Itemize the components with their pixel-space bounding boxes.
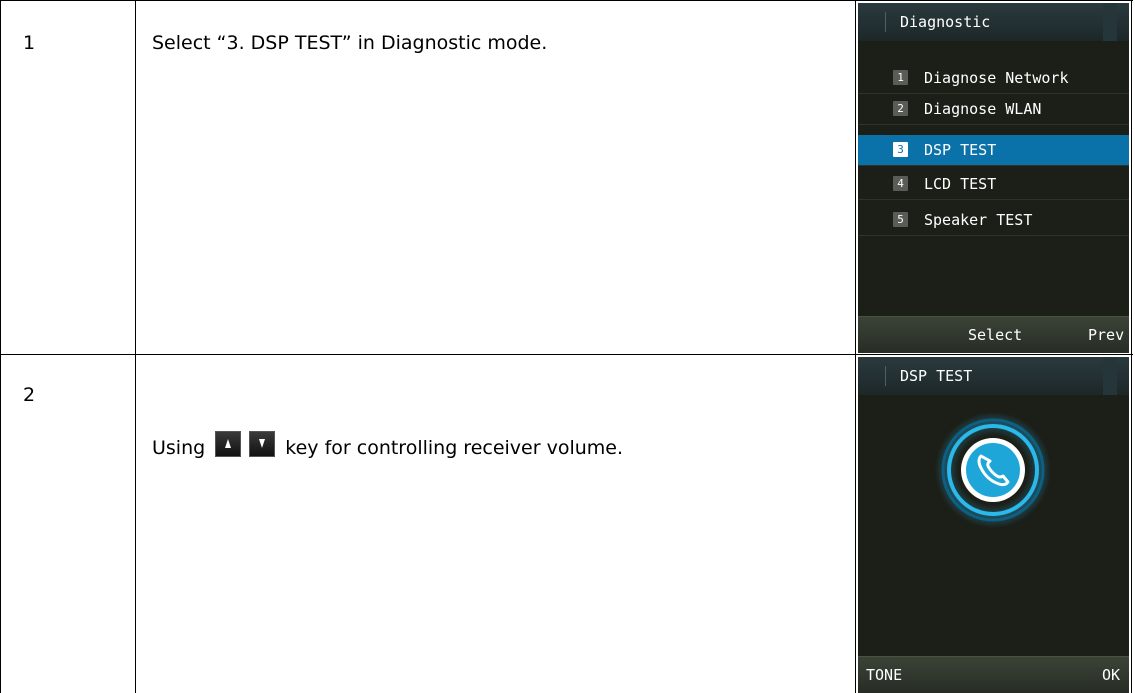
instruction-suffix: key for controlling receiver volume. bbox=[285, 437, 624, 459]
instruction-prefix: Using bbox=[152, 437, 206, 459]
dsp-test-screen: DSP TEST TONE OK bbox=[858, 357, 1129, 693]
menu-item-label: Diagnose WLAN bbox=[924, 100, 1042, 118]
item-number-badge: 1 bbox=[893, 70, 908, 85]
softkey-prev[interactable]: Prev bbox=[1088, 325, 1124, 345]
instruction-table: 1 Select “3. DSP TEST” in Diagnostic mod… bbox=[0, 0, 1135, 693]
step-number: 1 bbox=[23, 32, 36, 54]
menu-item-dsp-test[interactable]: 3 DSP TEST bbox=[858, 135, 1129, 166]
softkey-bar: Select Prev bbox=[858, 316, 1129, 353]
menu-item-speaker-test[interactable]: 5 Speaker TEST bbox=[858, 205, 1129, 236]
menu-item-lcd-test[interactable]: 4 LCD TEST bbox=[858, 169, 1129, 200]
step-instruction: Using key for controlling receiver volum… bbox=[152, 431, 623, 460]
table-border-top bbox=[0, 0, 1133, 1]
menu-item-diagnose-wlan[interactable]: 2 Diagnose WLAN bbox=[858, 94, 1129, 125]
table-border-left bbox=[0, 0, 1, 693]
up-arrow-key-icon bbox=[215, 431, 242, 457]
phone-ring-icon bbox=[935, 412, 1051, 528]
down-arrow-key-icon bbox=[249, 431, 276, 457]
softkey-ok[interactable]: OK bbox=[1102, 665, 1120, 685]
menu-item-label: LCD TEST bbox=[924, 175, 997, 193]
menu-item-label: Diagnose Network bbox=[924, 69, 1069, 87]
menu-item-label: Speaker TEST bbox=[924, 211, 1033, 229]
item-number-badge: 4 bbox=[893, 176, 908, 191]
menu-item-label: DSP TEST bbox=[924, 141, 997, 159]
item-number-badge: 3 bbox=[893, 142, 908, 157]
item-number-badge: 2 bbox=[893, 101, 908, 116]
screen-title-bar: DSP TEST bbox=[858, 357, 1129, 395]
table-col-divider-2 bbox=[855, 0, 856, 693]
step-instruction: Select “3. DSP TEST” in Diagnostic mode. bbox=[152, 32, 548, 54]
table-col-divider-1 bbox=[135, 0, 136, 693]
item-number-badge: 5 bbox=[893, 212, 908, 227]
screen-title: Diagnostic bbox=[900, 13, 991, 31]
softkey-bar: TONE OK bbox=[858, 656, 1129, 693]
screen-title: DSP TEST bbox=[900, 367, 973, 385]
step-number: 2 bbox=[23, 384, 36, 406]
menu-item-diagnose-network[interactable]: 1 Diagnose Network bbox=[858, 63, 1129, 94]
screen-title-bar: Diagnostic bbox=[858, 3, 1129, 41]
table-border-right bbox=[1131, 0, 1132, 693]
softkey-select[interactable]: Select bbox=[968, 325, 1022, 345]
table-row-divider bbox=[0, 354, 1133, 355]
softkey-tone[interactable]: TONE bbox=[866, 665, 902, 685]
diagnostic-screen: Diagnostic 1 Diagnose Network 2 Diagnose… bbox=[858, 3, 1129, 353]
